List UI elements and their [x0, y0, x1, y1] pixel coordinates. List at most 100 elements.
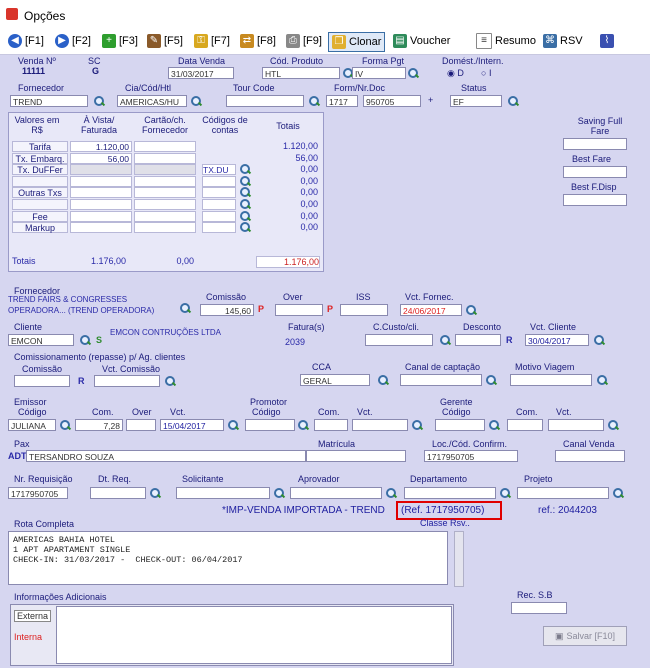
domest-i-radio[interactable]: ○ I [481, 68, 491, 78]
gerente-codigo-field[interactable] [435, 419, 485, 431]
fornecedor2-search-icon[interactable] [180, 303, 191, 314]
row-cartao-cell[interactable] [134, 222, 196, 233]
row-codigo-search-icon[interactable] [240, 222, 251, 233]
gerente-vct-calendar-icon[interactable] [608, 420, 619, 431]
row-avista-cell[interactable]: 1.120,00 [70, 141, 132, 152]
loc-field[interactable]: 1717950705 [424, 450, 518, 462]
dt-req-field[interactable] [90, 487, 146, 499]
solicitante-search-icon[interactable] [274, 488, 285, 499]
cca-search-icon[interactable] [378, 375, 389, 386]
row-codigo-cell[interactable] [202, 176, 236, 187]
cca-field[interactable]: GERAL [300, 374, 370, 386]
canal-venda-field[interactable] [555, 450, 625, 462]
best-fare-field[interactable] [563, 166, 627, 178]
ccusto-field[interactable] [365, 334, 433, 346]
f1-button[interactable]: ◀ [F1] [8, 32, 44, 50]
row-avista-cell[interactable] [70, 164, 132, 175]
forma-pgt-field[interactable]: IV [352, 67, 406, 79]
vct-comissao-field[interactable] [94, 375, 160, 387]
promotor-com-field[interactable] [314, 419, 348, 431]
cia-field[interactable]: AMERICAS/HU [117, 95, 187, 107]
row-avista-cell[interactable]: 56,00 [70, 153, 132, 164]
form-field[interactable]: 1717 [326, 95, 358, 107]
row-cartao-cell[interactable] [134, 187, 196, 198]
gerente-com-field[interactable] [507, 419, 543, 431]
row-avista-cell[interactable] [70, 187, 132, 198]
gerente-vct-field[interactable] [548, 419, 604, 431]
row-cartao-cell[interactable] [134, 141, 196, 152]
row-cartao-cell[interactable] [134, 164, 196, 175]
matricula-field[interactable] [306, 450, 406, 462]
departamento-field[interactable] [404, 487, 496, 499]
forma-pgt-search-icon[interactable] [408, 68, 419, 79]
aprovador-search-icon[interactable] [386, 488, 397, 499]
fornecedor-field[interactable]: TREND [10, 95, 88, 107]
gerente-search-icon[interactable] [489, 420, 500, 431]
rota-completa-textarea[interactable]: AMERICAS BAHIA HOTEL 1 APT APARTAMENT SI… [8, 531, 448, 585]
externa-tab[interactable]: Externa [14, 610, 52, 622]
emissor-com-field[interactable]: 7,28 [75, 419, 123, 431]
dt-req-calendar-icon[interactable] [150, 488, 161, 499]
f8-button[interactable]: ⇄ [F8] [240, 32, 276, 50]
vct-cliente-calendar-icon[interactable] [594, 335, 605, 346]
info-adicionais-textarea[interactable] [56, 606, 452, 664]
domest-d-radio[interactable]: ◉ D [447, 68, 464, 79]
saving-full-fare-field[interactable] [563, 138, 627, 150]
row-codigo-cell[interactable] [202, 199, 236, 210]
f2-button[interactable]: ▶ [F2] [55, 32, 91, 50]
motivo-viagem-search-icon[interactable] [597, 375, 608, 386]
vct-fornec-field[interactable]: 24/06/2017 [400, 304, 462, 316]
aprovador-field[interactable] [290, 487, 382, 499]
row-cartao-cell[interactable] [134, 211, 196, 222]
emissor-vct-field[interactable]: 15/04/2017 [160, 419, 224, 431]
row-cartao-cell[interactable] [134, 153, 196, 164]
canal-captacao-search-icon[interactable] [486, 375, 497, 386]
rota-scrollbar[interactable] [454, 531, 464, 587]
tour-code-search-icon[interactable] [309, 96, 320, 107]
row-avista-cell[interactable] [70, 211, 132, 222]
row-codigo-search-icon[interactable] [240, 187, 251, 198]
over-field[interactable] [275, 304, 323, 316]
row-avista-cell[interactable] [70, 199, 132, 210]
emissor-search-icon[interactable] [60, 420, 71, 431]
pax-name-field[interactable]: TERSANDRO SOUZA [26, 450, 306, 462]
promotor-vct-calendar-icon[interactable] [412, 420, 423, 431]
promotor-vct-field[interactable] [352, 419, 408, 431]
clonar-button[interactable]: ❐ Clonar [328, 32, 386, 52]
cliente-code-field[interactable]: EMCON [8, 334, 74, 346]
row-codigo-search-icon[interactable] [240, 164, 251, 175]
best-disp-field[interactable] [563, 194, 627, 206]
attach-button[interactable]: ⌇ [600, 32, 617, 50]
motivo-viagem-field[interactable] [510, 374, 592, 386]
row-avista-cell[interactable] [70, 176, 132, 187]
comissao-ag-field[interactable] [14, 375, 70, 387]
tour-code-field[interactable] [226, 95, 304, 107]
f9-button[interactable]: ⎙ [F9] [286, 32, 322, 50]
vct-comissao-calendar-icon[interactable] [165, 376, 176, 387]
row-codigo-search-icon[interactable] [240, 199, 251, 210]
voucher-button[interactable]: ▤ Voucher [393, 32, 450, 50]
rsv-button[interactable]: ⌘ RSV [543, 32, 583, 50]
row-cartao-cell[interactable] [134, 176, 196, 187]
row-codigo-cell[interactable] [202, 187, 236, 198]
comissao-field[interactable]: 145,60 [200, 304, 254, 316]
row-codigo-search-icon[interactable] [240, 211, 251, 222]
salvar-button[interactable]: ▣ Salvar [F10] [543, 626, 627, 646]
rec-sb-field[interactable] [511, 602, 567, 614]
vct-cliente-field[interactable]: 30/04/2017 [525, 334, 589, 346]
projeto-search-icon[interactable] [613, 488, 624, 499]
interna-tab[interactable]: Interna [14, 632, 42, 642]
promotor-codigo-field[interactable] [245, 419, 295, 431]
row-cartao-cell[interactable] [134, 199, 196, 210]
status-field[interactable]: EF [450, 95, 502, 107]
row-codigo-cell[interactable] [202, 222, 236, 233]
row-codigo-cell[interactable]: TX.DU [202, 164, 236, 175]
departamento-search-icon[interactable] [500, 488, 511, 499]
emissor-codigo-field[interactable]: JULIANA [8, 419, 56, 431]
canal-captacao-field[interactable] [400, 374, 482, 386]
cia-search-icon[interactable] [191, 96, 202, 107]
row-codigo-cell[interactable] [202, 211, 236, 222]
row-codigo-search-icon[interactable] [240, 176, 251, 187]
data-venda-field[interactable]: 31/03/2017 [168, 67, 234, 79]
promotor-search-icon[interactable] [298, 420, 309, 431]
